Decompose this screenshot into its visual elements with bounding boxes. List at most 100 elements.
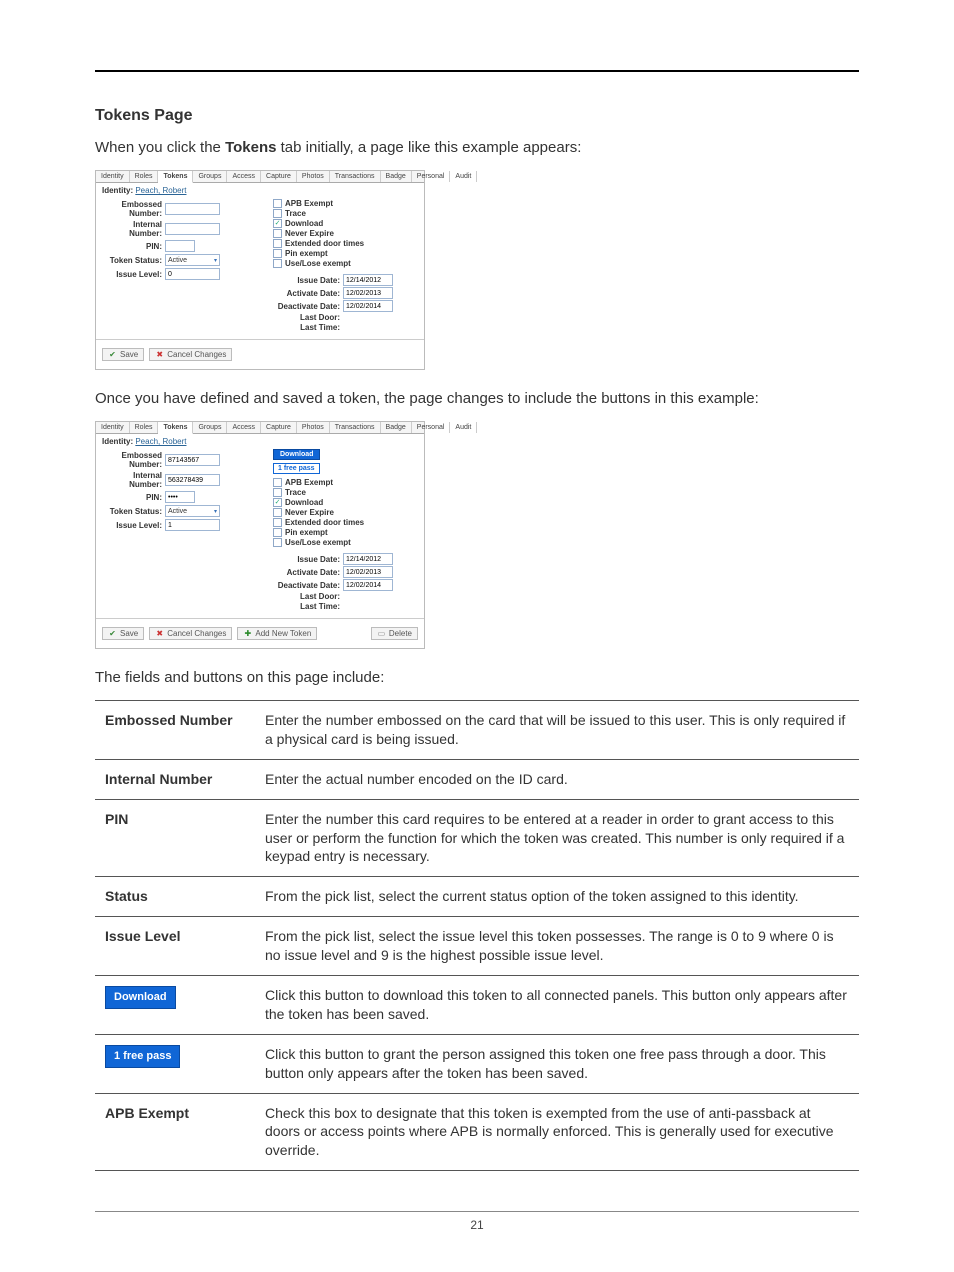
cancel-button-b[interactable]: ✖Cancel Changes	[149, 627, 232, 640]
divider-b	[96, 618, 424, 619]
issue-input[interactable]	[165, 268, 220, 280]
label-internal-b: Internal Number:	[100, 471, 165, 489]
table-row: Download Click this button to download th…	[95, 976, 859, 1035]
tab-transactions[interactable]: Transactions	[330, 171, 381, 182]
label-activate-b: Activate Date:	[273, 568, 343, 577]
definition-desc: Click this button to download this token…	[255, 976, 859, 1035]
checkbox-trace-b[interactable]	[273, 488, 282, 497]
activate-input[interactable]	[343, 287, 393, 299]
cb-label-trace: Trace	[285, 209, 306, 218]
tab-personal[interactable]: Personal	[412, 171, 451, 182]
top-rule	[95, 70, 859, 72]
save-button-b[interactable]: ✔Save	[102, 627, 144, 640]
embossed-input-b[interactable]	[165, 454, 220, 466]
label-pin: PIN:	[100, 242, 165, 251]
label-issue: Issue Level:	[100, 270, 165, 279]
issuedate-input-b[interactable]	[343, 553, 393, 565]
deactivate-input-b[interactable]	[343, 579, 393, 591]
freepass-button-image: 1 free pass	[105, 1045, 180, 1068]
status-value-b: Active	[168, 508, 187, 515]
definition-term: Download	[95, 976, 255, 1035]
checkbox-uselose-b[interactable]	[273, 538, 282, 547]
cancel-button[interactable]: ✖Cancel Changes	[149, 348, 232, 361]
checkbox-download-b[interactable]: ✓	[273, 498, 282, 507]
embossed-input[interactable]	[165, 203, 220, 215]
tab-access-b[interactable]: Access	[227, 422, 261, 433]
activate-input-b[interactable]	[343, 566, 393, 578]
tab-tokens[interactable]: Tokens	[158, 171, 193, 183]
addnew-label: Add New Token	[255, 629, 311, 638]
deactivate-input[interactable]	[343, 300, 393, 312]
tab-tokens-b[interactable]: Tokens	[158, 422, 193, 434]
checkbox-neverexpire-b[interactable]	[273, 508, 282, 517]
freepass-button[interactable]: 1 free pass	[273, 463, 320, 474]
tab-photos-b[interactable]: Photos	[297, 422, 330, 433]
delete-button[interactable]: ▭Delete	[371, 627, 418, 640]
plus-icon: ✚	[243, 629, 252, 638]
definition-term: APB Exempt	[95, 1093, 255, 1171]
screenshot-initial: Identity Roles Tokens Groups Access Capt…	[95, 170, 425, 370]
label-lastdoor-b: Last Door:	[273, 592, 343, 601]
checkbox-pinexempt[interactable]	[273, 249, 282, 258]
identity-link[interactable]: Peach, Robert	[135, 186, 186, 195]
label-issuedate: Issue Date:	[273, 276, 343, 285]
issue-input-b[interactable]	[165, 519, 220, 531]
tab-identity[interactable]: Identity	[96, 171, 130, 182]
page-heading: Tokens Page	[95, 107, 859, 125]
download-button[interactable]: Download	[273, 449, 320, 460]
tab-badge-b[interactable]: Badge	[381, 422, 412, 433]
checkbox-pinexempt-b[interactable]	[273, 528, 282, 537]
cb-label-download: Download	[285, 219, 323, 228]
status-value: Active	[168, 257, 187, 264]
cancel-label-b: Cancel Changes	[167, 629, 226, 638]
tab-access[interactable]: Access	[227, 171, 261, 182]
tab-photos[interactable]: Photos	[297, 171, 330, 182]
tabs-bar: Identity Roles Tokens Groups Access Capt…	[96, 171, 424, 183]
table-row: StatusFrom the pick list, select the cur…	[95, 877, 859, 917]
label-lastdoor: Last Door:	[273, 313, 343, 322]
table-row: Internal NumberEnter the actual number e…	[95, 759, 859, 799]
cb-label-download-b: Download	[285, 498, 323, 507]
checkbox-extdoor-b[interactable]	[273, 518, 282, 527]
tab-groups-b[interactable]: Groups	[193, 422, 227, 433]
tab-audit[interactable]: Audit	[450, 171, 477, 182]
tab-transactions-b[interactable]: Transactions	[330, 422, 381, 433]
definition-table: Embossed NumberEnter the number embossed…	[95, 700, 859, 1171]
tab-personal-b[interactable]: Personal	[412, 422, 451, 433]
label-deactivate: Deactivate Date:	[273, 302, 343, 311]
status-select-b[interactable]: Active▾	[165, 505, 220, 517]
tab-roles-b[interactable]: Roles	[130, 422, 159, 433]
pin-input-b[interactable]	[165, 491, 195, 503]
checkbox-apb[interactable]	[273, 199, 282, 208]
definition-desc: From the pick list, select the issue lev…	[255, 917, 859, 976]
tab-groups[interactable]: Groups	[193, 171, 227, 182]
addnew-button[interactable]: ✚Add New Token	[237, 627, 317, 640]
download-button-image: Download	[105, 986, 176, 1009]
issuedate-input[interactable]	[343, 274, 393, 286]
tab-roles[interactable]: Roles	[130, 171, 159, 182]
checkbox-apb-b[interactable]	[273, 478, 282, 487]
divider	[96, 339, 424, 340]
definition-desc: Enter the number embossed on the card th…	[255, 701, 859, 760]
tab-capture-b[interactable]: Capture	[261, 422, 297, 433]
table-row: PINEnter the number this card requires t…	[95, 799, 859, 877]
pin-input[interactable]	[165, 240, 195, 252]
tab-identity-b[interactable]: Identity	[96, 422, 130, 433]
internal-input-b[interactable]	[165, 474, 220, 486]
status-select[interactable]: Active▾	[165, 254, 220, 266]
internal-input[interactable]	[165, 223, 220, 235]
delete-icon: ▭	[377, 629, 386, 638]
checkbox-neverexpire[interactable]	[273, 229, 282, 238]
tab-capture[interactable]: Capture	[261, 171, 297, 182]
checkbox-trace[interactable]	[273, 209, 282, 218]
label-embossed: Embossed Number:	[100, 200, 165, 218]
identity-label-b: Identity:	[102, 437, 133, 446]
identity-link-b[interactable]: Peach, Robert	[135, 437, 186, 446]
checkbox-uselose[interactable]	[273, 259, 282, 268]
checkbox-download[interactable]: ✓	[273, 219, 282, 228]
tab-audit-b[interactable]: Audit	[450, 422, 477, 433]
save-button[interactable]: ✔Save	[102, 348, 144, 361]
checkbox-extdoor[interactable]	[273, 239, 282, 248]
cb-label-uselose-b: Use/Lose exempt	[285, 538, 351, 547]
tab-badge[interactable]: Badge	[381, 171, 412, 182]
